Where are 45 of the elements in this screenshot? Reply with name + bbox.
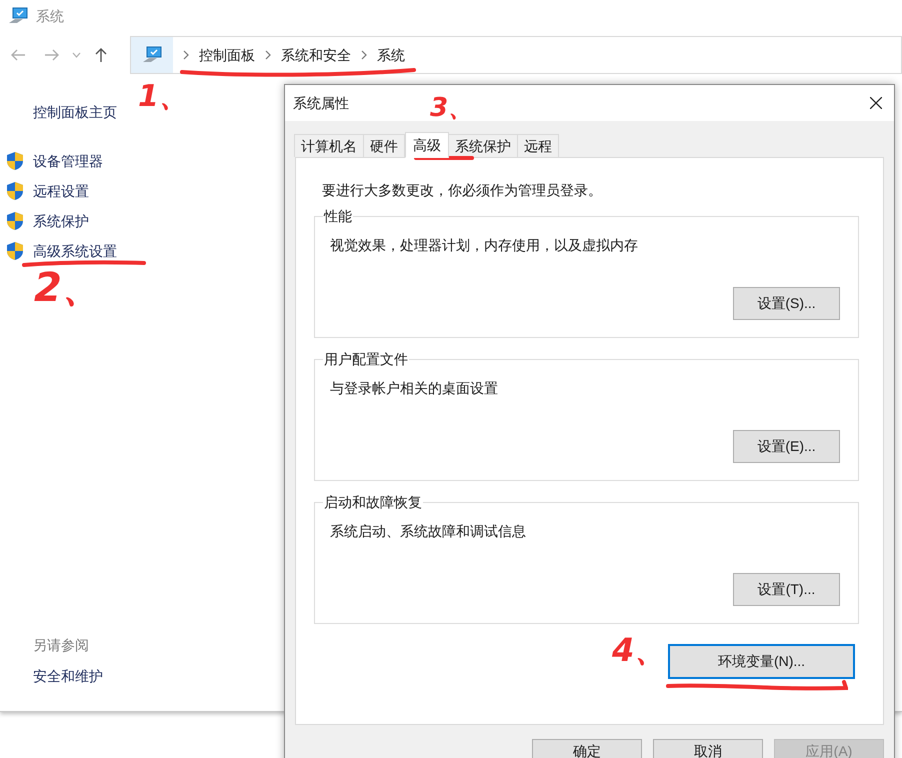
tab[interactable]: 远程 bbox=[517, 134, 559, 157]
breadcrumb-item[interactable]: 系统 bbox=[377, 44, 405, 66]
tab[interactable]: 高级 bbox=[405, 132, 449, 158]
dialog-title: 系统属性 bbox=[293, 94, 349, 112]
chevron-right-icon bbox=[361, 50, 367, 60]
tab[interactable]: 计算机名 bbox=[294, 134, 364, 157]
group-title: 性能 bbox=[323, 207, 353, 225]
sidebar-link[interactable]: 安全和维护 bbox=[33, 666, 275, 687]
sidebar-link[interactable]: 高级系统设置 bbox=[33, 240, 117, 262]
up-arrow-icon[interactable] bbox=[93, 47, 109, 63]
breadcrumb-item[interactable]: 控制面板 bbox=[199, 44, 255, 66]
sidebar-link[interactable]: 远程设置 bbox=[33, 180, 89, 202]
dialog-button[interactable]: 确定 bbox=[532, 739, 642, 758]
annotation-number: 3、 bbox=[430, 95, 474, 121]
see-also-heading: 另请参阅 bbox=[33, 636, 90, 655]
annotation-number: 4、 bbox=[612, 634, 666, 666]
annotation-number: 2、 bbox=[34, 268, 102, 308]
annotation-underline bbox=[414, 154, 474, 162]
sidebar-link[interactable]: 系统保护 bbox=[33, 210, 89, 232]
group-description: 系统启动、系统故障和调试信息 bbox=[330, 522, 527, 541]
settings-button[interactable]: 设置(S)... bbox=[733, 287, 840, 320]
dialog-button[interactable]: 取消 bbox=[653, 739, 763, 758]
chevron-right-icon bbox=[183, 50, 189, 60]
chevron-right-icon bbox=[265, 50, 271, 60]
environment-variables-button[interactable]: 环境变量(N)... bbox=[668, 644, 855, 679]
settings-button[interactable]: 设置(E)... bbox=[733, 430, 840, 463]
sidebar-link[interactable]: 设备管理器 bbox=[33, 150, 103, 172]
window-title: 系统 bbox=[36, 6, 64, 26]
address-bar[interactable]: 控制面板 系统和安全 系统 bbox=[130, 36, 902, 74]
sidebar-link[interactable]: 控制面板主页 bbox=[33, 102, 117, 124]
group-description: 与登录帐户相关的桌面设置 bbox=[330, 379, 499, 398]
chevron-down-icon[interactable] bbox=[72, 52, 81, 58]
group-title: 用户配置文件 bbox=[323, 350, 409, 368]
breadcrumb-item[interactable]: 系统和安全 bbox=[281, 44, 351, 66]
computer-icon bbox=[8, 7, 28, 25]
back-arrow-icon[interactable] bbox=[10, 47, 26, 63]
close-icon[interactable] bbox=[870, 97, 882, 109]
tab[interactable]: 硬件 bbox=[363, 134, 405, 157]
computer-icon bbox=[142, 46, 162, 64]
notice-text: 要进行大多数更改，你必须作为管理员登录。 bbox=[321, 181, 603, 200]
settings-button[interactable]: 设置(T)... bbox=[733, 573, 840, 606]
group-description: 视觉效果，处理器计划，内存使用，以及虚拟内存 bbox=[330, 236, 639, 255]
group-title: 启动和故障恢复 bbox=[323, 493, 423, 511]
forward-arrow-icon[interactable] bbox=[44, 47, 60, 63]
annotation-number: 1、 bbox=[138, 82, 189, 112]
